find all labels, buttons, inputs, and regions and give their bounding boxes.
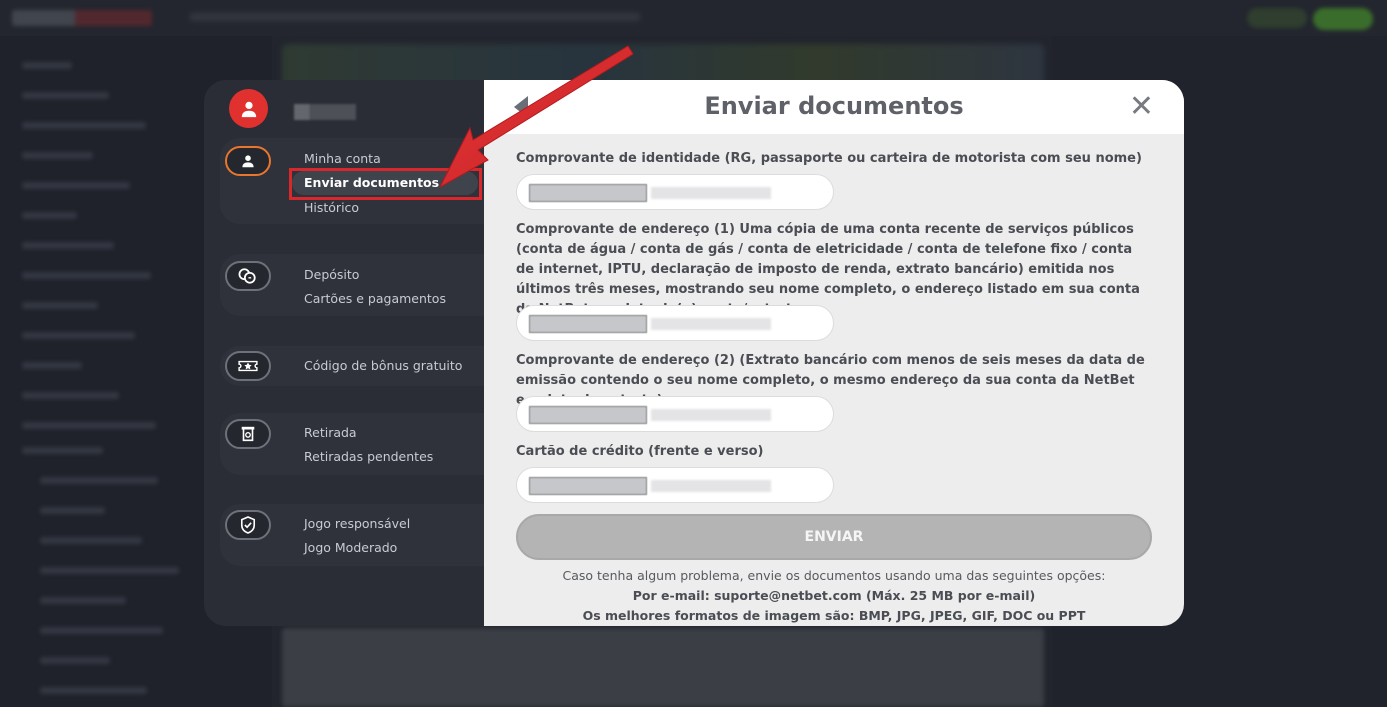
deposit-coin-icon	[238, 268, 256, 284]
bottom-widget	[282, 628, 1044, 707]
account-icon-button[interactable]	[225, 146, 271, 176]
sidebar-group-responsible: Jogo responsável Jogo Moderado	[220, 504, 504, 566]
file-button[interactable]	[529, 315, 647, 333]
background-nav-line	[40, 687, 147, 694]
modal-header: Enviar documentos ✕	[484, 80, 1184, 134]
username	[294, 104, 356, 120]
background-nav-line	[40, 537, 142, 544]
background-nav-line	[22, 212, 77, 219]
field-label-credit-card: Cartão de crédito (frente e verso)	[516, 444, 764, 459]
login-button	[1247, 8, 1307, 28]
sidebar-item-historico[interactable]: Histórico	[304, 200, 359, 215]
sidebar-item-minha-conta[interactable]: Minha conta	[304, 151, 381, 166]
upload-documents-modal: Enviar documentos ✕ Comprovante de ident…	[484, 80, 1184, 626]
sidebar-item-jogo-moderado[interactable]: Jogo Moderado	[304, 540, 397, 555]
background-nav-line	[22, 272, 151, 279]
upload-input-address-2[interactable]	[516, 396, 834, 432]
site-logo	[12, 10, 152, 26]
background-nav-line	[40, 477, 158, 484]
modal-title: Enviar documentos	[704, 92, 964, 120]
sidebar-item-bonus[interactable]: Código de bônus gratuito	[304, 358, 462, 373]
file-button[interactable]	[529, 184, 647, 202]
background-nav-line	[22, 242, 114, 249]
sidebar-group-withdraw: Retirada Retiradas pendentes	[220, 413, 504, 475]
background-nav-line	[40, 567, 179, 574]
background-nav-line	[22, 62, 72, 69]
file-name	[651, 480, 771, 492]
background-nav-line	[22, 182, 130, 189]
upload-input-identity[interactable]	[516, 174, 834, 210]
file-name	[651, 318, 771, 330]
help-formats-text: Os melhores formatos de imagem são: BMP,…	[582, 608, 1086, 623]
sidebar-group-bonus: Código de bônus gratuito	[220, 346, 504, 386]
withdraw-icon-button[interactable]	[225, 419, 271, 449]
background-nav-line	[22, 392, 119, 399]
file-button[interactable]	[529, 477, 647, 495]
sidebar-item-retiradas-pendentes[interactable]: Retiradas pendentes	[304, 449, 433, 464]
field-label-identity: Comprovante de identidade (RG, passaport…	[516, 151, 1142, 166]
help-text: Caso tenha algum problema, envie os docu…	[562, 568, 1106, 583]
background-nav-line	[22, 422, 156, 429]
background-nav-line	[22, 362, 82, 369]
user-icon	[242, 155, 254, 168]
file-button[interactable]	[529, 406, 647, 424]
help-email-text: Por e-mail: suporte@netbet.com (Máx. 25 …	[632, 588, 1036, 603]
bonus-star-icon	[238, 360, 258, 372]
upload-input-address-1[interactable]	[516, 305, 834, 341]
file-name	[651, 187, 771, 199]
bonus-icon-button[interactable]	[225, 351, 271, 381]
join-button	[1313, 8, 1373, 30]
withdraw-icon	[241, 426, 255, 442]
background-nav-line	[40, 597, 126, 604]
close-icon[interactable]: ✕	[1129, 92, 1154, 122]
user-icon	[241, 101, 256, 117]
background-nav-line	[40, 627, 163, 634]
upload-input-credit-card[interactable]	[516, 467, 834, 503]
deposit-icon-button[interactable]	[225, 261, 271, 291]
account-sidebar: Minha conta Enviar documentos Histórico …	[204, 80, 504, 626]
sidebar-item-deposito[interactable]: Depósito	[304, 267, 359, 282]
send-button[interactable]: ENVIAR	[516, 514, 1152, 560]
background-nav-line	[22, 447, 103, 454]
responsible-icon-button[interactable]	[225, 510, 271, 540]
highlight-box	[289, 168, 482, 200]
top-navigation	[190, 13, 640, 21]
background-nav-line	[22, 332, 135, 339]
file-name	[651, 409, 771, 421]
background-nav-line	[22, 302, 98, 309]
sidebar-group-deposit: Depósito Cartões e pagamentos	[220, 254, 504, 316]
background-nav-line	[40, 507, 105, 514]
sidebar-item-retirada[interactable]: Retirada	[304, 425, 357, 440]
sidebar-item-jogo-responsavel[interactable]: Jogo responsável	[304, 516, 410, 531]
shield-check-icon	[240, 516, 256, 534]
background-nav-line	[22, 152, 93, 159]
background-nav-line	[22, 92, 109, 99]
avatar	[229, 89, 268, 128]
sidebar-item-cartoes[interactable]: Cartões e pagamentos	[304, 291, 446, 306]
background-nav-line	[22, 122, 146, 129]
background-nav-line	[40, 657, 110, 664]
